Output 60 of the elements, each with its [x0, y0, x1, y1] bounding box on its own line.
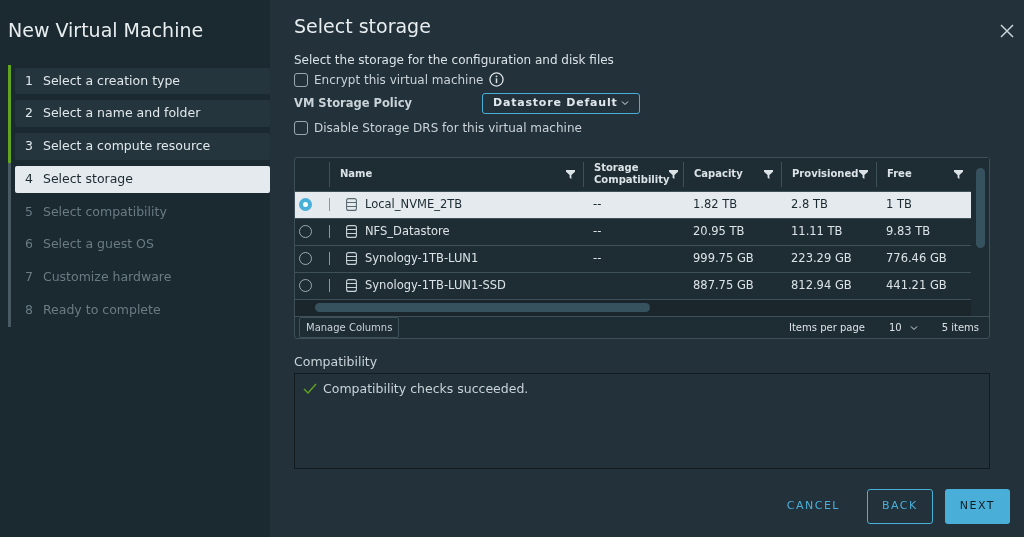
table-cell-text: Synology-1TB-LUN1-SSD [365, 276, 506, 294]
next-button[interactable]: NEXT [944, 489, 1010, 524]
table-cell: -- [593, 196, 602, 211]
column-header[interactable]: Capacity [694, 168, 743, 180]
storage-policy-dropdown[interactable]: Datastore Default [482, 93, 640, 114]
cancel-button[interactable]: CANCEL [771, 489, 855, 524]
close-button[interactable] [1000, 24, 1014, 38]
table-cell: -- [593, 250, 602, 265]
section-label: Compatibility [294, 352, 379, 371]
column-header[interactable]: Name [340, 168, 373, 180]
checkbox-label: Disable Storage DRS for this virtual machine [314, 119, 582, 137]
filter-icon[interactable] [859, 168, 868, 180]
wizard-step[interactable]: 3 Select a compute resource [15, 133, 270, 160]
table-cell: 223.29 GB [791, 250, 852, 265]
table-cell: 1.82 TB [693, 196, 738, 211]
filter-icon[interactable] [954, 168, 963, 180]
table-cell-text: Synology-1TB-LUN1 [365, 249, 479, 267]
checkbox-label: Encrypt this virtual machine [314, 71, 484, 89]
wizard-title: New Virtual Machine [8, 18, 205, 43]
filter-icon[interactable] [669, 168, 679, 180]
radio-button[interactable] [299, 198, 312, 211]
wizard-step[interactable]: 2 Select a name and folder [15, 100, 270, 127]
column-header[interactable]: Free [887, 168, 912, 180]
manage-columns-button[interactable]: Manage Columns [299, 316, 400, 338]
checkbox[interactable] [294, 120, 308, 135]
description-text: Select the storage for the configuration and disk files [294, 51, 615, 69]
checkbox[interactable] [294, 72, 308, 87]
database-icon [346, 279, 357, 292]
table-cell: 1 TB [886, 196, 912, 211]
wizard-step[interactable]: 4 Select storage [15, 165, 270, 193]
caret-icon [620, 100, 629, 107]
table-cell-text: NFS_Datastore [365, 222, 450, 240]
database-icon [346, 252, 357, 265]
column-header[interactable]: Storage Compatibility [594, 162, 670, 186]
caret-icon [909, 324, 918, 331]
filter-icon[interactable] [566, 168, 575, 180]
wizard-step[interactable]: 1 Select a creation type [15, 67, 270, 95]
filter-icon[interactable] [764, 168, 773, 180]
table-cell: 20.95 TB [693, 223, 745, 238]
table-cell: -- [593, 223, 602, 238]
table-cell: 887.75 GB [693, 277, 754, 292]
table-cell: 441.21 GB [886, 277, 947, 292]
table-cell-text: Local_NVME_2TB [365, 195, 463, 213]
table-cell: 11.11 TB [791, 223, 843, 238]
database-icon [346, 225, 357, 238]
column-header[interactable]: Provisioned [792, 168, 859, 180]
page-title: Select storage [294, 14, 431, 39]
table-cell: 999.75 GB [693, 250, 754, 265]
back-button[interactable]: BACK [866, 489, 933, 524]
item-count: 5 items [941, 320, 979, 335]
status-message: Compatibility checks succeeded. [323, 380, 529, 399]
table-cell: 9.83 TB [886, 223, 931, 238]
table-cell: 776.46 GB [886, 250, 947, 265]
pagination-label: Items per page [789, 320, 865, 335]
table-cell: 812.94 GB [791, 277, 852, 292]
database-icon [346, 198, 357, 211]
info-icon[interactable] [489, 72, 505, 87]
page-size-dropdown[interactable]: 10 [888, 319, 918, 335]
table-cell: 2.8 TB [791, 196, 828, 211]
field-label: VM Storage Policy [294, 94, 414, 112]
